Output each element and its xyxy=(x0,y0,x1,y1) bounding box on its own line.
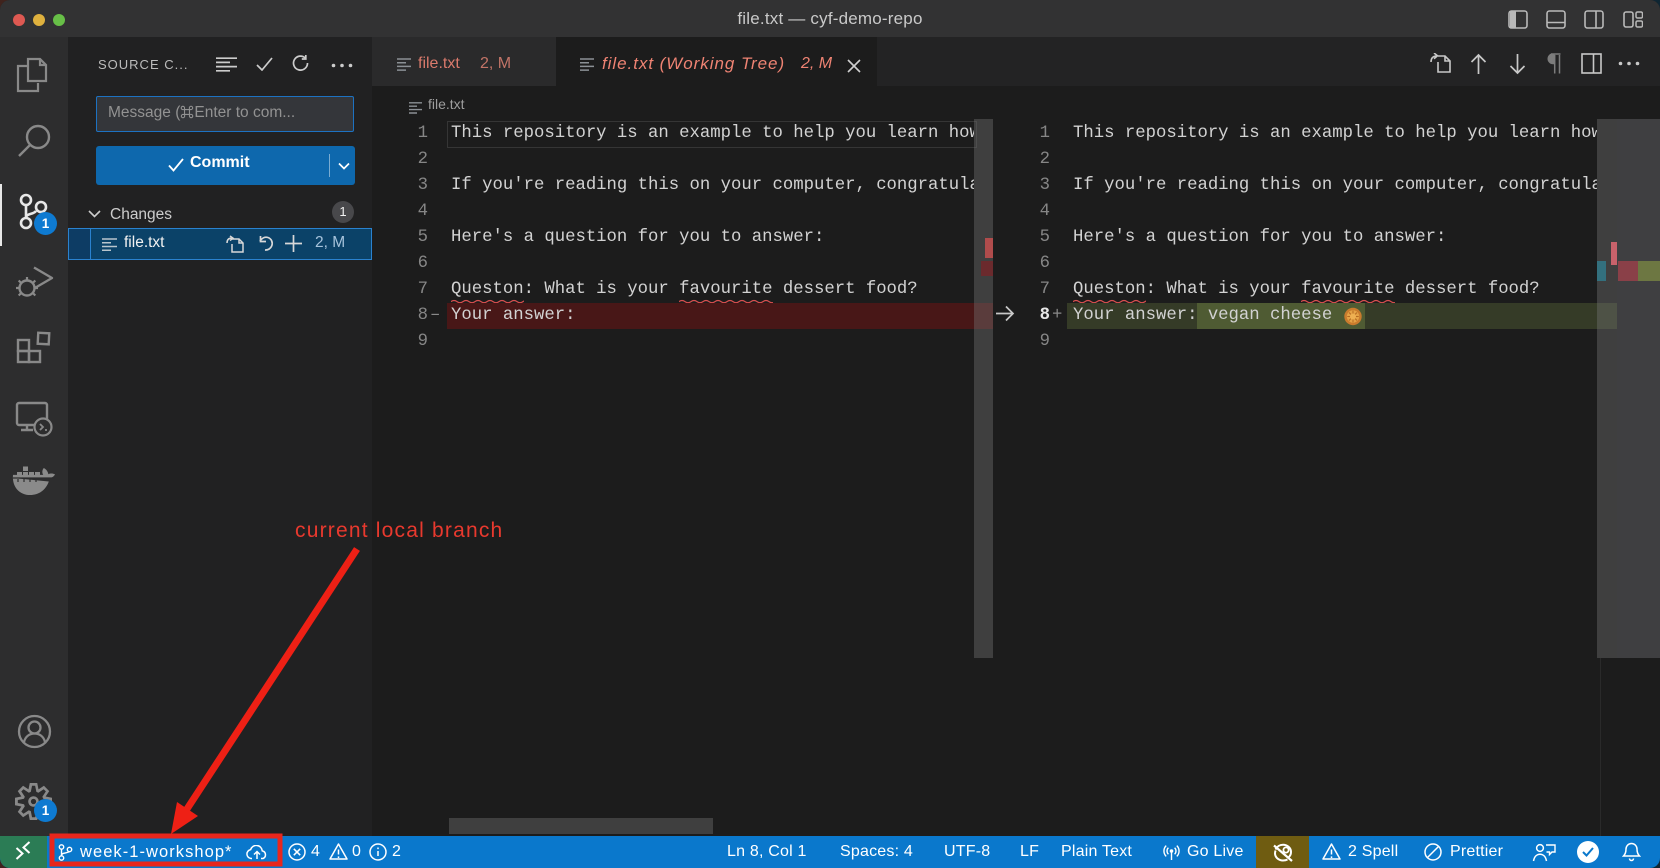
svg-text:current local branch: current local branch xyxy=(295,519,503,542)
